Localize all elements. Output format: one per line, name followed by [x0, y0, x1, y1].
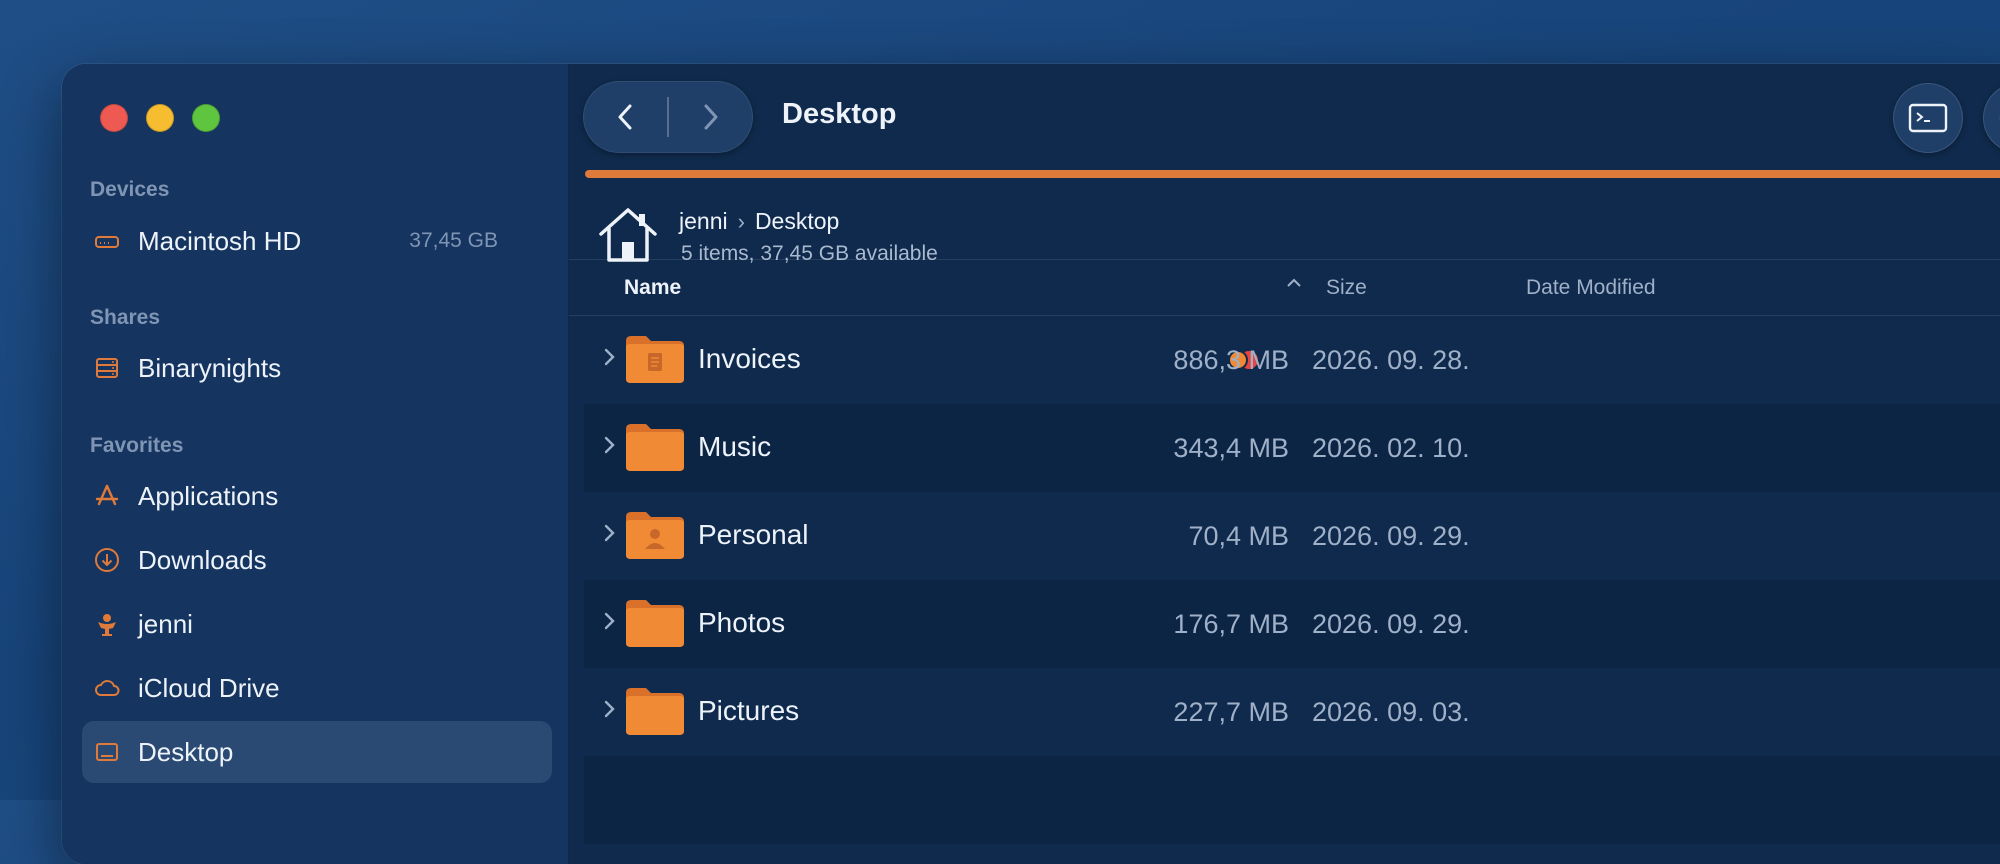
column-header-bar: Name Size Date Modified — [569, 259, 2000, 316]
sidebar-item-jenni[interactable]: jenni — [82, 593, 552, 655]
file-name: Photos — [698, 607, 786, 638]
file-row-personal[interactable]: Personal 70,4 MB 2026. 09. 29. — [584, 492, 2000, 580]
disclosure-chevron-icon[interactable] — [602, 608, 618, 634]
sidebar-item-desktop[interactable]: Desktop — [82, 721, 552, 783]
forward-button[interactable] — [669, 81, 753, 153]
user-icon — [92, 609, 122, 639]
sidebar-item-binarynights[interactable]: Binarynights — [82, 337, 552, 399]
file-name: Pictures — [698, 695, 800, 726]
server-icon — [92, 353, 122, 383]
file-row-photos[interactable]: Photos 176,7 MB 2026. 09. 29. — [584, 580, 2000, 668]
sidebar-item-label: Downloads — [138, 544, 267, 575]
sidebar-item-downloads[interactable]: Downloads — [82, 529, 552, 591]
file-date-modified: 2026. 02. 10. — [1312, 433, 1470, 463]
sort-ascending-icon[interactable] — [1285, 274, 1303, 298]
disclosure-chevron-icon[interactable] — [602, 344, 618, 370]
file-name: Personal — [698, 519, 809, 550]
sidebar-item-label: Applications — [138, 480, 279, 511]
active-pane-indicator — [585, 170, 2000, 178]
window-title: Desktop — [782, 98, 897, 130]
drive-capacity: 37,45 GB — [409, 229, 498, 252]
sync-button[interactable] — [1983, 83, 2000, 153]
column-header-date-modified[interactable]: Date Modified — [1526, 276, 1656, 300]
finder-window: Devices Macintosh HD 37,45 GB Shares Bin… — [62, 64, 2000, 864]
section-title-favorites: Favorites — [90, 434, 184, 457]
breadcrumb-item-desktop[interactable]: Desktop — [755, 208, 839, 235]
terminal-button[interactable] — [1893, 83, 1963, 153]
folder-icon — [626, 424, 684, 471]
file-row-invoices[interactable]: Invoices 886,3 MB 2026. 09. 28. — [584, 316, 2000, 404]
main-pane: Desktop jenni › Desktop 5 items, 37,45 G… — [569, 64, 2000, 864]
file-size: 70,4 MB — [1188, 521, 1289, 551]
back-button[interactable] — [583, 81, 667, 153]
folder-person-icon — [626, 512, 684, 559]
disclosure-chevron-icon[interactable] — [602, 432, 618, 458]
file-date-modified: 2026. 09. 29. — [1312, 609, 1470, 639]
file-date-modified: 2026. 09. 29. — [1312, 521, 1470, 551]
file-size: 176,7 MB — [1173, 609, 1289, 639]
file-size: 343,4 MB — [1173, 433, 1289, 463]
window-controls — [100, 104, 220, 132]
sidebar-item-applications[interactable]: Applications — [82, 465, 552, 527]
column-header-name[interactable]: Name — [624, 276, 681, 300]
folder-icon — [626, 600, 684, 647]
chevron-left-icon — [618, 104, 632, 130]
cloud-icon — [92, 673, 122, 703]
chevron-right-icon — [704, 104, 718, 130]
sidebar-item-label: Macintosh HD — [138, 225, 302, 256]
sidebar-item-icloud-drive[interactable]: iCloud Drive — [82, 657, 552, 719]
section-title-shares: Shares — [90, 306, 161, 329]
sidebar-item-label: Desktop — [138, 736, 234, 767]
section-title-devices: Devices — [90, 178, 170, 201]
sidebar-item-label: jenni — [138, 608, 193, 639]
sidebar-item-label: Binarynights — [138, 352, 282, 383]
sidebar: Devices Macintosh HD 37,45 GB Shares Bin… — [62, 64, 569, 864]
file-name: Invoices — [698, 343, 801, 374]
breadcrumb-separator-icon: › — [737, 208, 745, 234]
file-size: 227,7 MB — [1173, 697, 1289, 727]
file-name: Music — [698, 431, 772, 462]
file-size: 886,3 MB — [1173, 345, 1289, 375]
folder-icon — [626, 688, 684, 735]
file-row-pictures[interactable]: Pictures 227,7 MB 2026. 09. 03. — [584, 668, 2000, 756]
close-button[interactable] — [100, 104, 128, 132]
file-date-modified: 2026. 09. 28. — [1312, 345, 1470, 375]
file-row-music[interactable]: Music 343,4 MB 2026. 02. 10. — [584, 404, 2000, 492]
file-date-modified: 2026. 09. 03. — [1312, 697, 1470, 727]
desktop-icon — [92, 737, 122, 767]
navigation-controls — [583, 81, 753, 153]
home-icon[interactable] — [597, 204, 659, 266]
download-icon — [92, 545, 122, 575]
breadcrumb: jenni › Desktop — [679, 208, 839, 235]
disclosure-chevron-icon[interactable] — [602, 520, 618, 546]
breadcrumb-item-jenni[interactable]: jenni — [679, 208, 728, 235]
terminal-icon — [1908, 103, 1948, 133]
drive-icon — [92, 226, 122, 256]
folder-document-icon — [626, 336, 684, 383]
minimize-button[interactable] — [146, 104, 174, 132]
zoom-button[interactable] — [192, 104, 220, 132]
sidebar-item-macintosh-hd[interactable]: Macintosh HD 37,45 GB — [82, 210, 552, 272]
applications-icon — [92, 481, 122, 511]
sidebar-item-label: iCloud Drive — [138, 672, 280, 703]
empty-row — [584, 756, 2000, 844]
disclosure-chevron-icon[interactable] — [602, 696, 618, 722]
column-header-size[interactable]: Size — [1326, 276, 1367, 300]
